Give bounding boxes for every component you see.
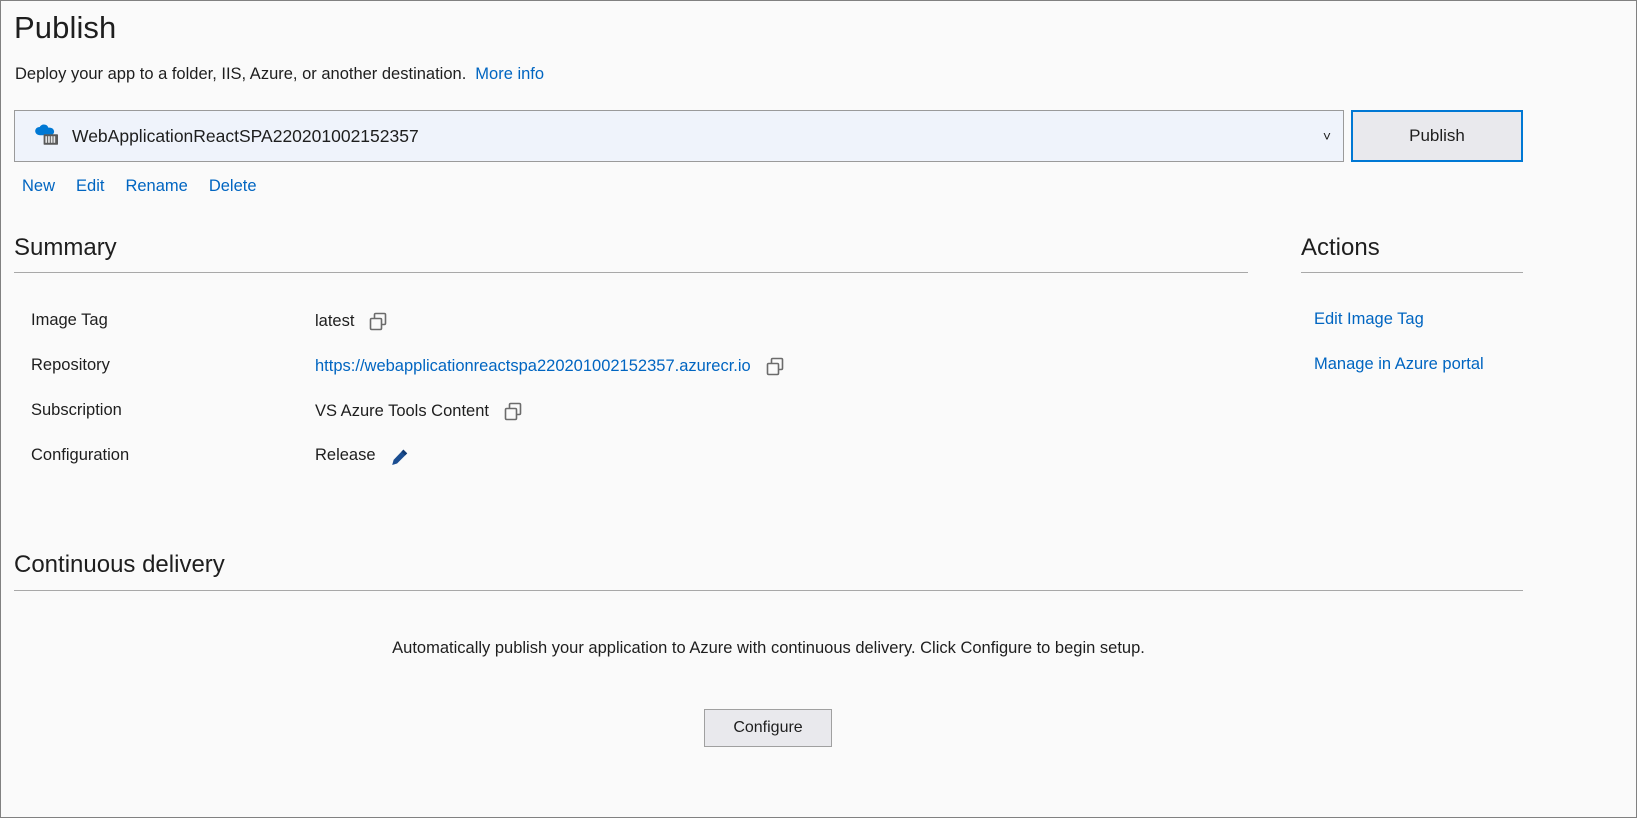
summary-value-group: Release (315, 446, 409, 465)
summary-label: Repository (31, 356, 110, 374)
delete-profile-link[interactable]: Delete (209, 177, 257, 196)
publish-dialog-window: Publish Deploy your app to a folder, IIS… (0, 0, 1637, 818)
continuous-delivery-divider (14, 590, 1523, 591)
summary-value: VS Azure Tools Content (315, 401, 489, 420)
publish-profile-name: WebApplicationReactSPA220201002152357 (72, 126, 419, 146)
rename-profile-link[interactable]: Rename (125, 177, 187, 196)
summary-table: Image Tag latest Repository https://weba… (1, 311, 1241, 491)
summary-label: Configuration (31, 446, 130, 464)
copy-icon[interactable] (765, 357, 785, 377)
azure-container-registry-icon (34, 124, 62, 150)
publish-profile-combobox[interactable]: WebApplicationReactSPA220201002152357 ˅ (14, 110, 1344, 162)
profile-commands: New Edit Rename Delete (22, 177, 257, 196)
subtitle-text: Deploy your app to a folder, IIS, Azure,… (15, 65, 467, 83)
edit-profile-link[interactable]: Edit (76, 177, 104, 196)
chevron-down-icon[interactable]: ˅ (1323, 111, 1331, 161)
summary-value: latest (315, 311, 355, 330)
actions-heading: Actions (1301, 234, 1380, 261)
edit-image-tag-link[interactable]: Edit Image Tag (1314, 311, 1484, 356)
summary-value-group: latest (315, 311, 388, 331)
summary-row-repository: Repository https://webapplicationreactsp… (1, 356, 1241, 401)
page-subtitle: Deploy your app to a folder, IIS, Azure,… (15, 65, 544, 84)
summary-row-image-tag: Image Tag latest (1, 311, 1241, 356)
summary-heading: Summary (14, 234, 117, 261)
more-info-link[interactable]: More info (475, 65, 544, 83)
summary-value: Release (315, 446, 376, 464)
summary-divider (14, 272, 1248, 273)
pencil-icon[interactable] (390, 448, 409, 467)
summary-value-group: VS Azure Tools Content (315, 401, 523, 421)
configure-button[interactable]: Configure (704, 709, 832, 747)
summary-label: Subscription (31, 401, 122, 419)
actions-list: Edit Image Tag Manage in Azure portal (1314, 311, 1484, 401)
summary-row-subscription: Subscription VS Azure Tools Content (1, 401, 1241, 446)
summary-label: Image Tag (31, 311, 108, 329)
manage-in-azure-portal-link[interactable]: Manage in Azure portal (1314, 356, 1484, 401)
continuous-delivery-heading: Continuous delivery (14, 551, 225, 578)
summary-value-group: https://webapplicationreactspa2202010021… (315, 356, 785, 376)
copy-icon[interactable] (503, 402, 523, 422)
continuous-delivery-description: Automatically publish your application t… (392, 639, 1145, 657)
copy-icon[interactable] (368, 312, 388, 332)
repository-url-link[interactable]: https://webapplicationreactspa2202010021… (315, 357, 751, 376)
page-title: Publish (14, 10, 117, 45)
new-profile-link[interactable]: New (22, 177, 55, 196)
profile-selector-row: WebApplicationReactSPA220201002152357 ˅ … (14, 110, 1523, 162)
actions-divider (1301, 272, 1523, 273)
summary-row-configuration: Configuration Release (1, 446, 1241, 491)
publish-button[interactable]: Publish (1351, 110, 1523, 162)
